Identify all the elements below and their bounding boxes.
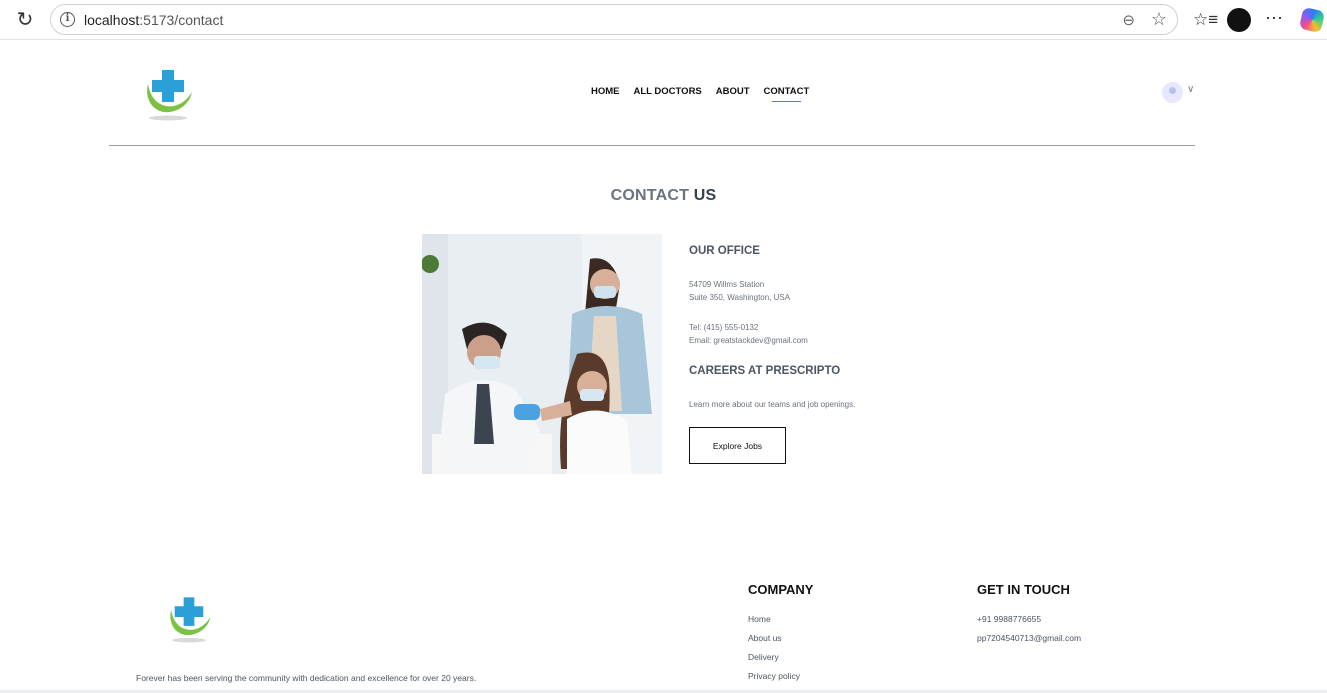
footer-link-privacy[interactable]: Privacy policy xyxy=(748,671,800,690)
zoom-icon[interactable]: ⊖ xyxy=(1122,11,1135,29)
copilot-icon[interactable] xyxy=(1298,6,1326,34)
company-links: Home About us Delivery Privacy policy xyxy=(748,614,800,690)
main-nav: HOME ALL DOCTORS ABOUT CONTACT xyxy=(591,86,823,102)
site-logo[interactable] xyxy=(140,62,196,122)
page-title: CONTACT US xyxy=(0,187,1327,205)
address-bar[interactable]: i localhost:5173/contact ⊖ ☆ xyxy=(50,4,1178,35)
footer-logo xyxy=(170,597,211,643)
footer-email: pp7204540713@gmail.com xyxy=(977,633,1082,643)
footer-link-delivery[interactable]: Delivery xyxy=(748,652,800,671)
browser-toolbar: ↻ i localhost:5173/contact ⊖ ☆ ☆≡ ⋯ xyxy=(0,0,1327,40)
footer-phone: +91 9988776655 xyxy=(977,614,1042,624)
chevron-down-icon[interactable]: ∨ xyxy=(1187,84,1194,95)
nav-home[interactable]: HOME xyxy=(591,86,620,97)
contact-image xyxy=(422,234,662,474)
office-heading: OUR OFFICE xyxy=(689,245,760,257)
address-line-2: Suite 350, Washington, USA xyxy=(689,293,791,302)
user-avatar[interactable] xyxy=(1162,82,1183,103)
url-path: :5173/contact xyxy=(139,12,224,28)
nav-contact[interactable]: CONTACT xyxy=(764,86,809,102)
company-heading: COMPANY xyxy=(748,582,814,597)
more-icon[interactable]: ⋯ xyxy=(1265,8,1284,29)
url-host: localhost xyxy=(84,12,140,28)
careers-text: Learn more about our teams and job openi… xyxy=(689,400,856,409)
page-title-light: CONTACT xyxy=(610,187,690,204)
careers-heading: CAREERS AT PRESCRIPTO xyxy=(689,365,841,377)
nav-about[interactable]: ABOUT xyxy=(716,86,750,97)
contact-details: +91 9988776655 pp7204540713@gmail.com xyxy=(977,614,1081,652)
profile-icon[interactable] xyxy=(1227,8,1251,32)
info-icon[interactable]: i xyxy=(60,12,75,27)
footer-link-about[interactable]: About us xyxy=(748,633,800,652)
page-title-bold: US xyxy=(693,187,717,204)
nav-all-doctors[interactable]: ALL DOCTORS xyxy=(634,86,702,97)
reload-icon[interactable]: ↻ xyxy=(14,9,36,31)
email: Email: greatstackdev@gmail.com xyxy=(689,336,808,345)
address-line-1: 54709 Willms Station xyxy=(689,280,765,289)
favorites-icon[interactable]: ☆≡ xyxy=(1193,10,1218,30)
header-divider xyxy=(109,145,1195,146)
get-in-touch-heading: GET IN TOUCH xyxy=(977,582,1070,597)
footer-description: Forever has been serving the community w… xyxy=(136,673,477,683)
footer-link-home[interactable]: Home xyxy=(748,614,800,633)
explore-jobs-button[interactable]: Explore Jobs xyxy=(689,427,786,464)
url-text[interactable]: localhost:5173/contact xyxy=(84,12,223,28)
star-icon[interactable]: ☆ xyxy=(1151,9,1167,30)
telephone: Tel: (415) 555-0132 xyxy=(689,323,759,332)
